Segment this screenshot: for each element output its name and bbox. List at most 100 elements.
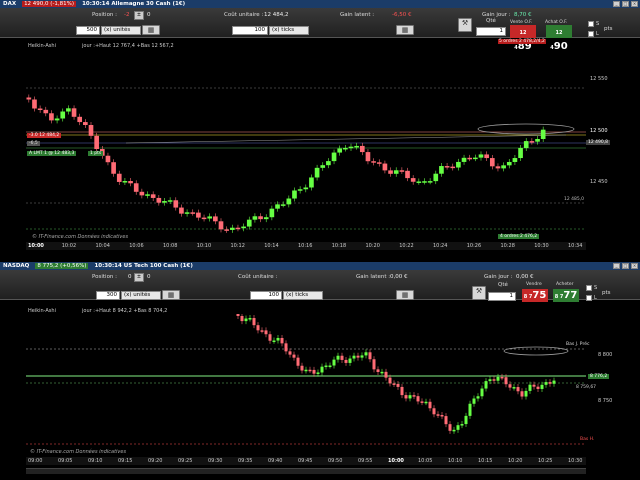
time-label: 09:10 [88,458,103,464]
nasdaq-title-bar[interactable]: NASDAQ 8 775,2 (+0,56%) 10:30:14 US Tech… [0,262,640,270]
chart-settings-icon[interactable]: ▦ [142,25,160,35]
time-label: 10:30 [568,458,583,464]
sell-button[interactable]: 8 775 [522,289,548,302]
units-input[interactable]: 500 [76,26,100,35]
time-label: 10:30 [534,243,549,249]
nasdaq-instrument: NASDAQ [3,263,30,269]
nasdaq-top-tag: Bas J. Préc [566,342,590,347]
candle-body [122,181,128,183]
qte-input[interactable]: 1 [476,27,506,36]
time-label: 10:10 [448,458,463,464]
ticks-select[interactable]: (x) ticks [283,291,323,300]
candle-body [43,109,49,114]
nasdaq-candle-group [236,314,556,434]
sell-button[interactable]: 12 489 [510,25,536,52]
candle-body [501,165,506,169]
alert-settings-icon[interactable]: ▦ [396,290,414,300]
close-icon[interactable]: × [631,1,638,7]
candle-body [520,391,524,397]
candle-body [365,152,371,162]
time-label: 10:25 [538,458,553,464]
cout-label: Coût unitaire : [238,274,278,280]
units-select[interactable]: (x) unités [101,26,141,35]
dax-position-tag[interactable]: -3.0 12 484,2 [27,133,62,138]
tools-icon[interactable]: ⚒ [458,18,472,32]
candle-body [328,365,332,368]
candle-body [484,154,489,159]
dax-title-bar[interactable]: DAX 12 490,0 (-1,81%) 10:30:14 Allemagne… [0,0,640,8]
time-label: 10:18 [331,243,347,249]
candle-body [268,334,272,341]
alert-settings-icon[interactable]: ▦ [396,25,414,35]
dax-chart-panel: DAX 12 490,0 (-1,81%) 10:30:14 Allemagne… [0,0,640,262]
candle-body [382,163,388,171]
gain-jour-value: 0,00 € [516,274,534,280]
minimize-icon[interactable]: _ [613,263,620,269]
price-label: 12 550 [590,76,608,82]
gain-latent-value: -6,50 € [392,12,412,18]
chart-settings-icon[interactable]: ▦ [162,290,180,300]
candle-body [196,212,201,218]
candle-body [476,396,480,399]
ticks-input[interactable]: 100 [232,26,268,35]
dax-order-tag: 4 ordres 2 476,2 [498,234,540,239]
nasdaq-chart[interactable] [26,314,586,450]
position-stepper-icon[interactable]: ± [134,11,144,20]
candle-body [452,429,456,432]
candle-body [359,145,365,153]
ticks-select[interactable]: (x) ticks [269,26,309,35]
checkbox-l[interactable] [586,295,592,301]
close-icon[interactable]: × [631,263,638,269]
candle-body [240,316,244,322]
candle-body [308,369,312,372]
candle-body [229,227,235,230]
maximize-icon[interactable]: □ [622,1,629,7]
candle-body [372,359,376,370]
position-value: -2 [124,12,130,18]
checkbox-s[interactable] [588,21,594,27]
checkbox-l[interactable] [588,31,594,37]
units-input[interactable]: 300 [96,291,120,300]
position-stepper-icon[interactable]: ± [134,273,144,282]
candle-body [280,337,284,344]
candle-body [393,170,399,174]
candle-body [173,200,179,208]
tools-icon[interactable]: ⚒ [472,286,486,300]
time-label: 09:40 [268,458,283,464]
candle-body [309,177,314,188]
minimize-icon[interactable]: _ [613,1,620,7]
time-label: 10:24 [433,243,448,249]
nasdaq-window-buttons: _ □ × [613,263,638,269]
checkbox-s-label: S [594,285,598,291]
candle-body [552,380,556,384]
dax-chart[interactable] [26,50,586,240]
qte-input[interactable]: 1 [488,292,516,301]
candle-body [252,318,256,326]
candle-body [235,227,241,230]
candle-body [410,178,416,182]
candle-body [116,173,122,182]
time-label: 10:22 [399,243,414,249]
nasdaq-scrollbar[interactable] [26,468,586,474]
candle-body [404,395,408,399]
candle-body [276,337,280,341]
candle-body [94,135,99,150]
position-value: 0 [128,274,132,280]
candle-body [408,395,412,399]
candle-body [286,198,292,205]
candle-body [512,387,516,389]
candle-body [489,158,495,167]
candle-body [467,157,473,160]
maximize-icon[interactable]: □ [622,263,629,269]
dax-alert-tag[interactable]: A LMT 1 @ 12 483,3 [27,151,77,156]
buy-button[interactable]: 12 490 [546,25,572,52]
checkbox-s[interactable] [586,285,592,291]
dax-brand: © IT-Finance.com Données indicatives [32,234,129,240]
gain-jour-value: 8,70 € [514,12,532,18]
candle-body [540,384,544,389]
units-select[interactable]: (x) unités [121,291,161,300]
buy-button[interactable]: 8 777 [553,289,579,302]
ticks-input[interactable]: 100 [250,291,282,300]
candle-body [32,99,37,109]
candle-body [388,377,392,384]
